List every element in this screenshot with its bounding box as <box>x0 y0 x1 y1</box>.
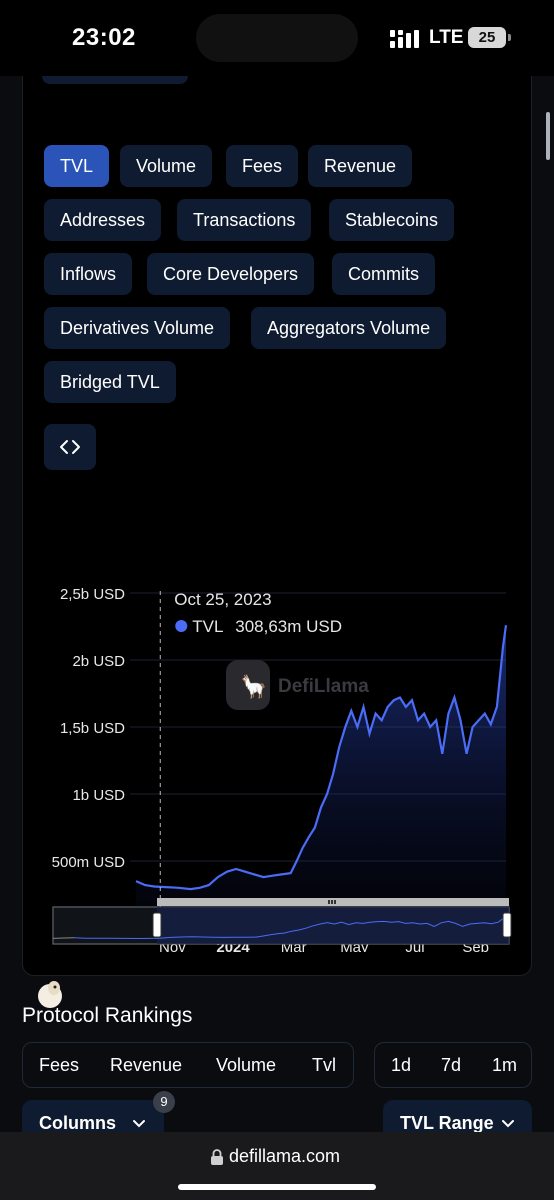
embed-button[interactable] <box>44 424 96 470</box>
y-tick-label: 500m USD <box>52 854 126 871</box>
range-slider[interactable] <box>52 896 512 946</box>
chip-stablecoins[interactable]: Stablecoins <box>329 199 455 241</box>
y-tick-label: 1b USD <box>72 787 125 804</box>
tvl-range-label: TVL Range <box>400 1113 494 1132</box>
chip-inflows[interactable]: Inflows <box>44 253 133 295</box>
defillama-watermark: 🦙 DefiLlama <box>226 660 369 710</box>
signal-icon <box>390 30 419 48</box>
chip-tvl[interactable]: TVL <box>44 145 110 187</box>
chip-addresses[interactable]: Addresses <box>44 199 162 241</box>
chip-core-developers[interactable]: Core Developers <box>147 253 315 295</box>
y-axis: 0 USD500m USD1b USD1,5b USD2b USD2,5b US… <box>52 586 126 938</box>
code-icon <box>60 440 80 454</box>
tab-1m[interactable]: 1m <box>492 1043 517 1087</box>
tab-7d[interactable]: 7d <box>441 1043 461 1087</box>
y-tick-label: 2b USD <box>72 653 125 670</box>
battery-icon: 25 <box>468 27 511 48</box>
tvl-range-button[interactable]: TVL Range <box>383 1100 532 1132</box>
home-indicator[interactable] <box>178 1184 376 1190</box>
network-type: LTE <box>429 27 464 48</box>
chip-derivatives-volume[interactable]: Derivatives Volume <box>44 307 231 349</box>
ranking-sort-tabs: Fees Revenue Volume Tvl <box>22 1042 354 1088</box>
tooltip-value: 308,63m USD <box>235 617 342 636</box>
tooltip-date: Oct 25, 2023 <box>174 590 271 609</box>
tab-1d[interactable]: 1d <box>391 1043 411 1087</box>
tab-fees[interactable]: Fees <box>39 1043 79 1087</box>
scrollbar[interactable] <box>546 112 550 160</box>
tab-tvl[interactable]: Tvl <box>312 1043 336 1087</box>
dynamic-island <box>196 14 358 62</box>
clock: 23:02 <box>72 24 136 51</box>
range-handle-right[interactable] <box>502 912 512 938</box>
chip-volume[interactable]: Volume <box>120 145 213 187</box>
lock-icon <box>211 1149 223 1165</box>
watermark-text: DefiLlama <box>278 676 369 697</box>
columns-label: Columns <box>39 1113 117 1132</box>
chip-commits[interactable]: Commits <box>332 253 435 295</box>
page-content: TVL Volume Fees Revenue Addresses Transa… <box>0 76 554 1132</box>
columns-button[interactable]: Columns <box>22 1100 164 1132</box>
range-selected-window <box>157 907 509 944</box>
svg-text:🦙: 🦙 <box>240 674 267 699</box>
chip-fees[interactable]: Fees <box>226 145 299 187</box>
y-tick-label: 2,5b USD <box>60 586 125 603</box>
tooltip-series-dot <box>175 620 188 632</box>
chip-bridged-tvl[interactable]: Bridged TVL <box>44 361 176 403</box>
url-text: defillama.com <box>229 1146 341 1166</box>
rankings-title: Protocol Rankings <box>22 1004 193 1027</box>
chevron-down-icon <box>502 1120 514 1128</box>
range-mini-line-out <box>52 937 75 939</box>
tab-revenue[interactable]: Revenue <box>110 1043 182 1087</box>
tvl-area <box>136 625 506 928</box>
chip-revenue[interactable]: Revenue <box>308 145 413 187</box>
chevron-down-icon <box>133 1120 145 1128</box>
truncated-control[interactable] <box>42 76 188 84</box>
ranking-period-tabs: 1d 7d 1m <box>374 1042 532 1088</box>
status-bar: 23:02 LTE 25 <box>0 0 554 76</box>
range-handle-left[interactable] <box>152 912 162 938</box>
tvl-chart-svg[interactable]: 0 USD500m USD1b USD1,5b USD2b USD2,5b US… <box>30 502 520 952</box>
y-tick-label: 1,5b USD <box>60 720 125 737</box>
columns-count-badge: 9 <box>153 1091 175 1113</box>
tab-volume[interactable]: Volume <box>216 1043 276 1087</box>
tvl-chart[interactable]: 0 USD500m USD1b USD1,5b USD2b USD2,5b US… <box>30 502 520 952</box>
tooltip-series-name: TVL <box>192 617 223 636</box>
chip-aggregators-volume[interactable]: Aggregators Volume <box>251 307 447 349</box>
chip-transactions[interactable]: Transactions <box>177 199 312 241</box>
